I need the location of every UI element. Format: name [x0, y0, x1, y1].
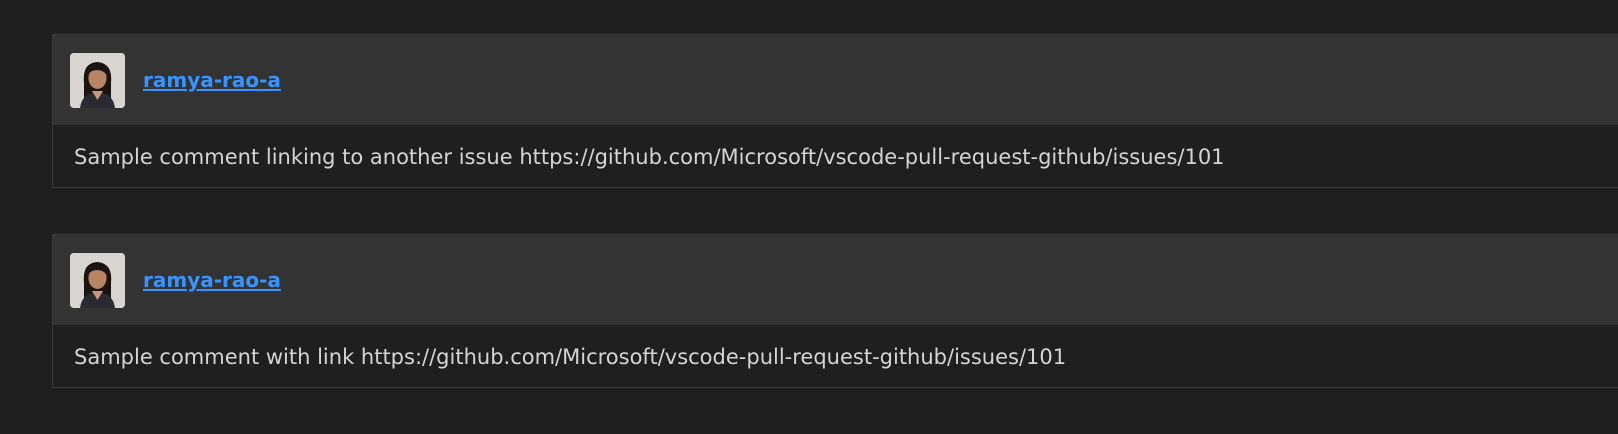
comment-header: ramya-rao-a: [53, 35, 1618, 125]
comment-author-link[interactable]: ramya-rao-a: [143, 68, 281, 92]
avatar-photo-icon: [70, 52, 125, 108]
avatar[interactable]: [70, 252, 125, 308]
comment-header: ramya-rao-a: [53, 235, 1618, 325]
comment-body-text: Sample comment with link https://github.…: [74, 344, 1067, 369]
avatar-photo-icon: [70, 252, 125, 308]
comment-card: ramya-rao-a Sample comment linking to an…: [52, 34, 1618, 188]
comment-body-text: Sample comment linking to another issue …: [74, 144, 1225, 169]
avatar[interactable]: [70, 52, 125, 108]
comments-timeline: ramya-rao-a Sample comment linking to an…: [0, 0, 1618, 434]
comment-author-link[interactable]: ramya-rao-a: [143, 268, 281, 292]
comment-card: ramya-rao-a Sample comment with link htt…: [52, 234, 1618, 388]
